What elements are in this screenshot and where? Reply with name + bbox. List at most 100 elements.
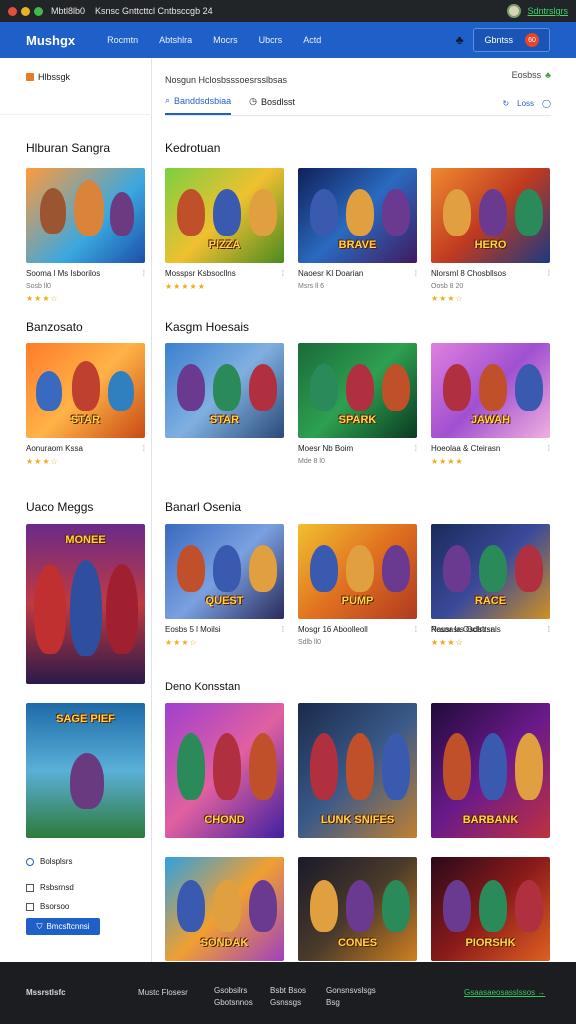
list-icon[interactable]: ↻ xyxy=(502,99,509,108)
section-title: Kedrotuan xyxy=(165,141,221,155)
character-figure xyxy=(213,732,241,801)
rating-stars: ★★★☆ xyxy=(165,638,198,647)
option-row[interactable]: Bolsplsrs xyxy=(26,857,72,866)
pin-icon[interactable]: ⁞ xyxy=(143,269,145,278)
game-thumbnail[interactable]: MONEE xyxy=(26,524,145,684)
game-card[interactable]: CONES xyxy=(298,857,417,961)
footer-link[interactable]: Gsnssgs xyxy=(270,998,301,1007)
pin-icon[interactable]: ⁞ xyxy=(548,269,550,278)
account-button[interactable]: Gbntss 60 xyxy=(473,28,550,52)
game-thumbnail[interactable] xyxy=(26,168,145,263)
game-thumbnail[interactable]: CONES xyxy=(298,857,417,961)
game-thumbnail[interactable]: STAR xyxy=(26,343,145,438)
section-title: Kasgm Hoesais xyxy=(165,320,250,334)
tab-recent[interactable]: ◷ Bosdlsst xyxy=(249,92,295,115)
pin-icon[interactable]: ⁞ xyxy=(282,625,284,634)
game-thumbnail[interactable]: CHOND xyxy=(165,703,284,838)
game-card[interactable]: STAR Aonuraom Kssa ⁞ ★★★☆ xyxy=(26,343,145,466)
pin-icon[interactable]: ⁞ xyxy=(415,269,417,278)
character-figure xyxy=(479,363,507,412)
footer: Mssrstlsfc Mustc Flosesr Gsobsilrs Gbots… xyxy=(0,962,576,1024)
game-card[interactable]: RACE Nausr la Osdlrlrsa ⁞ ★★★☆ xyxy=(431,524,550,647)
pin-icon[interactable]: ⁞ xyxy=(548,444,550,453)
minimize-window-button[interactable] xyxy=(21,6,30,16)
game-card[interactable]: BARBANK xyxy=(431,703,550,838)
thumbnail-title: BARBANK xyxy=(462,814,519,826)
tab-label: Banddsdsbiaa xyxy=(174,95,232,106)
sidebar-action-button[interactable]: ⛉ Bmcsftcnnsi xyxy=(26,918,100,935)
footer-link[interactable]: Bsbt Bsos xyxy=(270,986,306,995)
game-thumbnail[interactable]: HERO xyxy=(431,168,550,263)
footer-link[interactable]: Gonsnsvslsgs xyxy=(326,986,376,995)
bell-icon[interactable]: ♣ xyxy=(456,33,464,47)
game-thumbnail[interactable]: BARBANK xyxy=(431,703,550,838)
game-card[interactable]: HERO Nlorsml 8 Chosbllsos ⁞ Oosb 8 20 ★★★☆ xyxy=(431,168,550,303)
tab-label: Bosdlsst xyxy=(260,96,295,107)
character-figure xyxy=(177,188,205,237)
footer-link[interactable]: Bsg xyxy=(326,998,340,1007)
nav-item[interactable]: Ubcrs xyxy=(259,35,283,45)
close-window-button[interactable] xyxy=(8,6,17,16)
game-thumbnail[interactable]: BRAVE xyxy=(298,168,417,263)
game-card[interactable]: PIZZA Mosspsr Ksbsocllns ⁞ ★★★★★ xyxy=(165,168,284,291)
game-thumbnail[interactable]: RACE xyxy=(431,524,550,619)
option-row[interactable]: Rsbsrnsd xyxy=(26,883,74,892)
footer-link[interactable]: Mustc Flosesr xyxy=(138,988,188,997)
game-thumbnail[interactable]: SONDAK xyxy=(165,857,284,961)
game-card[interactable]: STAR xyxy=(165,343,284,438)
game-card[interactable]: PUMP Mosgr 16 Aboolleoll ⁞ Sdlb ll0 xyxy=(298,524,417,646)
footer-link[interactable]: Gsobsilrs xyxy=(214,986,247,995)
clock-icon: ◷ xyxy=(249,96,257,106)
game-card[interactable]: SONDAK xyxy=(165,857,284,961)
game-card[interactable]: LUNK SNIFES xyxy=(298,703,417,838)
pin-icon[interactable]: ⁞ xyxy=(143,444,145,453)
game-card[interactable]: Sooma l Ms Isborilos ⁞ Sosb ll0 ★★★☆ xyxy=(26,168,145,303)
avatar[interactable] xyxy=(507,4,522,18)
tab-browse[interactable]: ⌕ Banddsdsbiaa xyxy=(165,92,232,115)
game-name-row: Moesr Nb Boim ⁞ xyxy=(298,444,417,453)
option-label: Rsbsrnsd xyxy=(40,883,74,892)
checkbox[interactable] xyxy=(26,902,34,911)
logo[interactable]: Mushgx xyxy=(26,33,75,48)
character-figure xyxy=(310,879,338,932)
game-thumbnail[interactable]: SPARK xyxy=(298,343,417,438)
game-thumbnail[interactable]: PIORSHK xyxy=(431,857,550,961)
plant-icon[interactable]: ♣ xyxy=(545,70,551,80)
nav-item[interactable]: Abtshlra xyxy=(159,35,192,45)
game-card[interactable]: BRAVE Naoesr Kl Doarian ⁞ Msrs ll 6 xyxy=(298,168,417,290)
search-icon[interactable]: ◯ xyxy=(542,99,551,108)
nav-item[interactable]: Actd xyxy=(303,35,321,45)
nav-item[interactable]: Mocrs xyxy=(213,35,238,45)
character-figure xyxy=(479,732,507,801)
game-card[interactable]: JAWAH Hoeolaa & Cteirasn ⁞ ★★★★ xyxy=(431,343,550,466)
game-card[interactable]: MONEE xyxy=(26,524,145,684)
option-row[interactable]: Bsorsoo xyxy=(26,902,69,911)
pin-icon[interactable]: ⁞ xyxy=(282,269,284,278)
header-right-label[interactable]: Eosbss xyxy=(512,70,542,80)
game-card[interactable]: QUEST Eosbs 5 l Moilsi ⁞ ★★★☆ xyxy=(165,524,284,647)
game-card[interactable]: CHOND xyxy=(165,703,284,838)
game-thumbnail[interactable]: PUMP xyxy=(298,524,417,619)
nav-item[interactable]: Rocmtn xyxy=(107,35,138,45)
character-figure xyxy=(249,879,277,932)
pin-icon[interactable]: ⁞ xyxy=(415,625,417,634)
footer-cta-link[interactable]: Gsaasaeosasslssos → xyxy=(464,988,545,997)
profile-link[interactable]: Sdntrslgrs xyxy=(527,6,568,16)
game-meta: Msrs ll 6 xyxy=(298,283,325,290)
game-card[interactable]: SPARK Moesr Nb Boim ⁞ Mde 8 l0 xyxy=(298,343,417,465)
game-thumbnail[interactable]: QUEST xyxy=(165,524,284,619)
game-thumbnail[interactable]: JAWAH xyxy=(431,343,550,438)
footer-link[interactable]: Gbotsnnos xyxy=(214,998,253,1007)
game-thumbnail[interactable]: LUNK SNIFES xyxy=(298,703,417,838)
window-subtitle: Ksnsc Gnttcttcl Cntbsccgb 24 xyxy=(95,6,213,16)
radio-button[interactable] xyxy=(26,857,34,866)
pin-icon[interactable]: ⁞ xyxy=(548,625,550,634)
maximize-window-button[interactable] xyxy=(34,6,43,16)
game-thumbnail[interactable]: PIZZA xyxy=(165,168,284,263)
game-card[interactable]: SAGE PIEF xyxy=(26,703,145,838)
game-thumbnail[interactable]: SAGE PIEF xyxy=(26,703,145,838)
game-thumbnail[interactable]: STAR xyxy=(165,343,284,438)
pin-icon[interactable]: ⁞ xyxy=(415,444,417,453)
checkbox[interactable] xyxy=(26,883,34,892)
game-card[interactable]: PIORSHK xyxy=(431,857,550,961)
